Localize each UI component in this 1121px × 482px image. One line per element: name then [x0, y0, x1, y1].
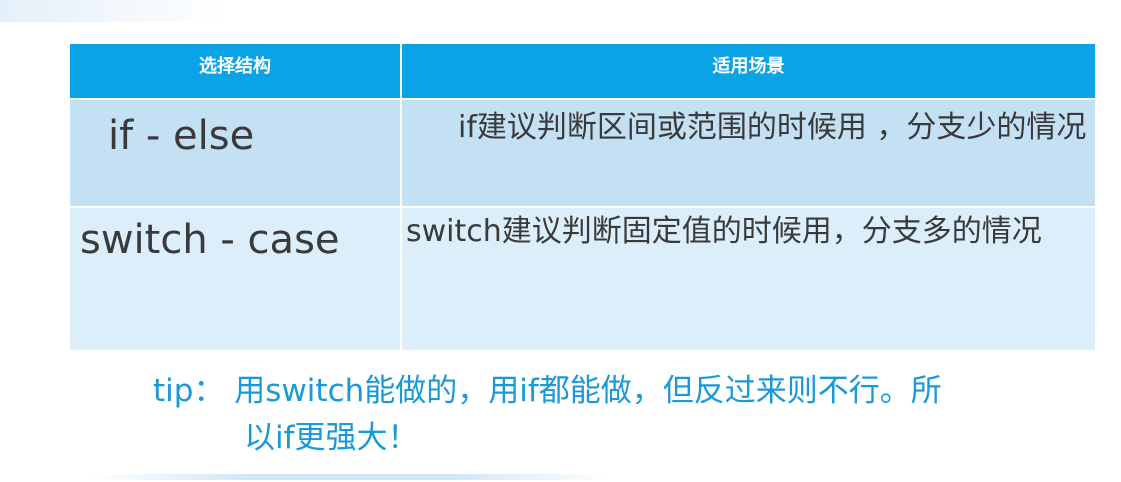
header-structure: 选择结构: [68, 42, 402, 100]
scenario-cell-if-else: if建议判断区间或范围的时候用 ，分支少的情况: [400, 98, 1097, 208]
top-decoration: [0, 0, 230, 22]
bottom-decoration: [90, 474, 610, 480]
scenario-cell-switch-case: switch建议判断固定值的时候用，分支多的情况: [400, 206, 1097, 352]
structure-cell-switch-case: switch - case: [68, 206, 402, 352]
structure-cell-if-else: if - else: [68, 98, 402, 208]
table-row: if - else if建议判断区间或范围的时候用 ，分支少的情况: [68, 98, 1097, 208]
header-scenario: 适用场景: [400, 42, 1097, 100]
tip-line-2: 以if更强大！: [244, 420, 419, 456]
tip-note: tip： 用switch能做的，用if都能做，但反过来则不行。所 以if更强大！: [153, 368, 1053, 462]
tip-line-1: tip： 用switch能做的，用if都能做，但反过来则不行。所: [153, 373, 942, 409]
table-header-row: 选择结构 适用场景: [68, 42, 1097, 100]
table-row: switch - case switch建议判断固定值的时候用，分支多的情况: [68, 206, 1097, 352]
comparison-table: 选择结构 适用场景 if - else if建议判断区间或范围的时候用 ，分支少…: [68, 42, 1097, 352]
